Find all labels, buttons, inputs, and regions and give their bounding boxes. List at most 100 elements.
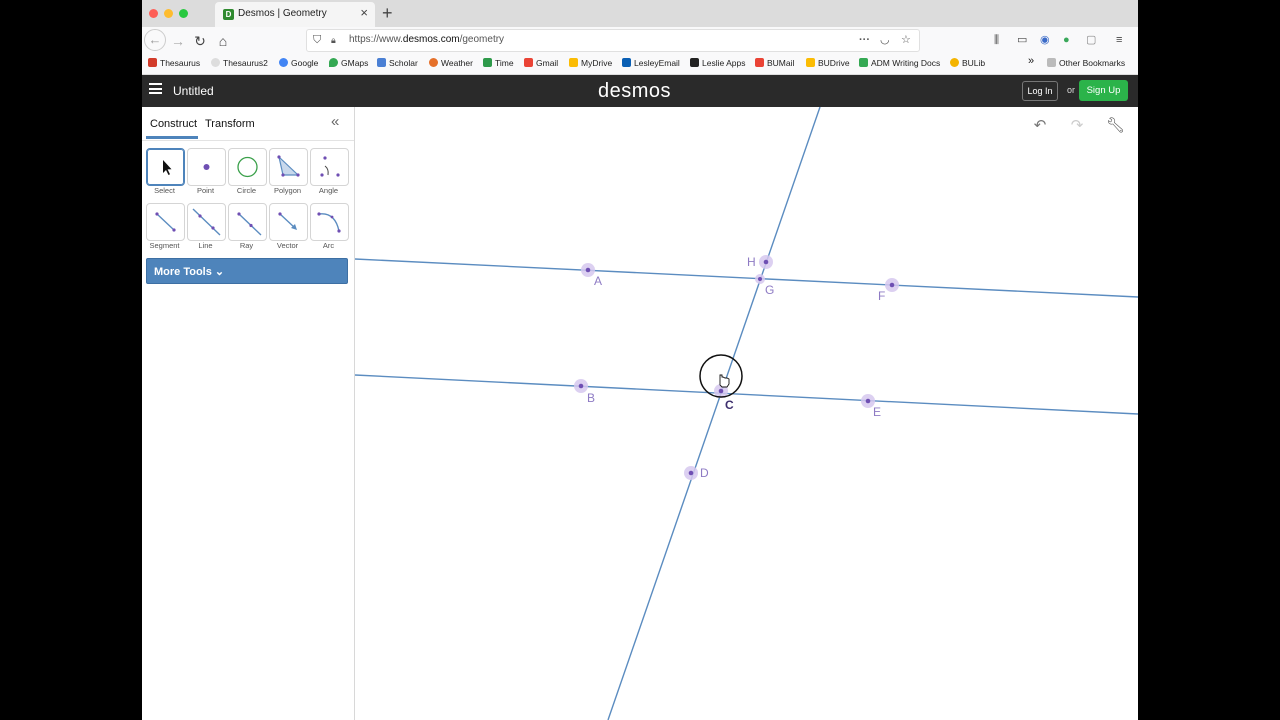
shield-icon[interactable]: ⛉ [313,33,321,47]
tab-transform[interactable]: Transform [205,118,255,130]
bookmark-item[interactable]: Weather [429,58,473,69]
extension-icon[interactable]: ◉ [1040,33,1050,47]
gmail-icon [755,58,764,67]
bookmark-item[interactable]: Thesaurus [148,58,200,69]
tab-construct[interactable]: Construct [150,118,197,130]
address-bar[interactable]: ⛉ 🔒︎ https://www.desmos.com/geometry ···… [306,29,920,52]
bookmark-item[interactable]: LesleyEmail [622,58,680,69]
tool-label: Polygon [273,186,302,195]
bookmark-item[interactable]: Gmail [524,58,558,69]
google-icon [279,58,288,67]
tool-label: Arc [322,241,335,250]
arc-tool[interactable] [310,203,349,241]
cursor-arrow-icon [163,160,172,175]
label-c: C [725,398,734,412]
bookmark-item[interactable]: Time [483,58,514,69]
circle-tool[interactable] [228,148,267,186]
construction-svg[interactable]: A B C D E F G H [355,107,1138,720]
label-f: F [878,289,885,303]
tool-label: Select [154,186,175,195]
bookmark-star-icon[interactable]: ☆ [901,33,911,47]
label-g: G [765,283,774,297]
browser-window: D Desmos | Geometry × + ← → ↻ ⌂ ⛉ 🔒︎ htt… [142,0,1138,720]
close-tab-icon[interactable]: × [360,6,368,20]
label-a: A [594,274,602,288]
back-arrow-icon[interactable]: ← [144,29,166,51]
undo-icon[interactable]: ↶ [1031,117,1049,135]
pocket-icon[interactable]: ◡ [880,33,890,47]
sidebar-tabs: Construct Transform « [142,107,354,141]
sidebar-icon[interactable]: ▭ [1017,33,1027,47]
minimize-window-button[interactable] [164,9,173,18]
or-text: or [1067,85,1076,95]
point-icon [203,164,210,170]
transversal-line[interactable] [607,107,821,720]
library-icon[interactable]: ⫼ [994,33,999,47]
reload-icon[interactable]: ↻ [190,31,210,51]
url-text: https://www.desmos.com/geometry [349,34,505,45]
angle-tool[interactable] [310,148,349,186]
browser-tab[interactable]: D Desmos | Geometry × [215,2,375,27]
hamburger-menu-icon[interactable] [149,83,162,94]
select-tool[interactable] [146,148,185,186]
point-h[interactable] [759,255,773,269]
ray-icon [237,212,262,236]
point-g[interactable] [755,274,765,284]
wrench-icon[interactable]: 🔧︎ [1106,117,1125,135]
tool-label: Point [196,186,215,195]
bookmark-item[interactable]: Scholar [377,58,418,69]
line-icon [192,208,221,236]
maximize-window-button[interactable] [179,9,188,18]
bookmark-item[interactable]: Leslie Apps [690,58,745,69]
label-d: D [700,466,709,480]
home-icon[interactable]: ⌂ [213,31,233,51]
bookmark-item[interactable]: Thesaurus2 [211,58,268,69]
segment-tool[interactable] [146,203,185,241]
bookmark-item[interactable]: BUMail [755,58,794,69]
signup-button[interactable]: Sign Up [1079,80,1128,101]
more-tools-button[interactable]: More Tools ⌄ [146,258,348,284]
bookmark-item[interactable]: GMaps [329,58,368,69]
forward-arrow-icon[interactable]: → [168,31,188,51]
arc-icon [317,212,341,233]
point-b[interactable] [574,379,588,393]
tool-label: Segment [149,241,180,250]
desmos-header: Untitled desmos Log In or Sign Up [142,75,1138,107]
point-d[interactable] [684,466,698,480]
ray-tool[interactable] [228,203,267,241]
gmail-icon [524,58,533,67]
chevron-down-icon: ⌄ [214,266,225,278]
document-title[interactable]: Untitled [173,84,214,98]
other-bookmarks[interactable]: Other Bookmarks [1047,58,1125,69]
maps-pin-icon [329,58,338,67]
tool-label: Line [198,241,213,250]
line-tool[interactable] [187,203,226,241]
tab-strip: D Desmos | Geometry × + [142,0,1138,27]
lock-icon[interactable]: 🔒︎ [331,33,336,47]
bookmark-item[interactable]: Google [279,58,318,69]
collapse-sidebar-icon[interactable]: « [331,114,339,130]
tool-label: Vector [276,241,299,250]
point-tool[interactable] [187,148,226,186]
bookmark-item[interactable]: MyDrive [569,58,612,69]
drive-icon [569,58,578,67]
line-through-b-and-e[interactable] [355,374,1138,415]
login-button[interactable]: Log In [1022,81,1058,101]
vector-tool[interactable] [269,203,308,241]
bookmark-item[interactable]: BUDrive [806,58,850,69]
page-actions-icon[interactable]: ··· [859,33,870,47]
new-tab-icon[interactable]: + [382,3,393,23]
bookmark-item[interactable]: BULib [950,58,985,69]
polygon-tool[interactable] [269,148,308,186]
close-window-button[interactable] [149,9,158,18]
menu-icon[interactable]: ≡ [1116,33,1122,47]
label-h: H [747,255,756,269]
extension-grey-icon[interactable]: ▢ [1086,33,1096,47]
extension-green-icon[interactable]: ● [1063,33,1070,47]
redo-icon[interactable]: ↷ [1068,117,1086,135]
point-a[interactable] [581,263,595,277]
more-bookmarks-chevron-icon[interactable]: » [1028,56,1034,67]
point-f[interactable] [885,278,899,292]
bookmark-item[interactable]: ADM Writing Docs [859,58,940,69]
geometry-canvas[interactable]: A B C D E F G H ↶ ↷ 🔧︎ [355,107,1138,720]
